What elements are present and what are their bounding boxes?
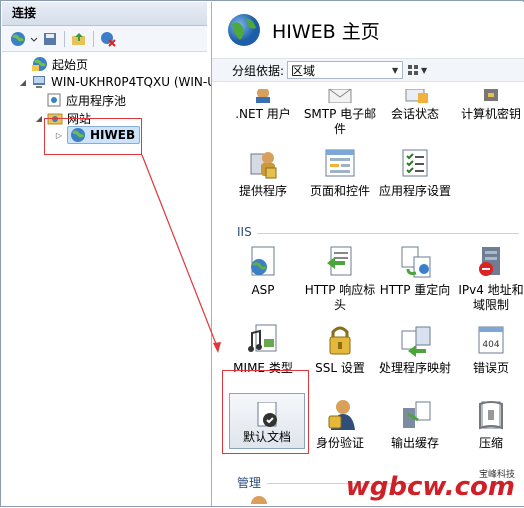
iis-manager-window: 连接 起始页 ◢ WIN-UKHR0P4TQXU (WIN-UK 应用程序池 ◢… xyxy=(0,0,524,508)
watermark: wgbcw.com xyxy=(345,472,515,502)
annotation-arrow xyxy=(141,154,221,353)
